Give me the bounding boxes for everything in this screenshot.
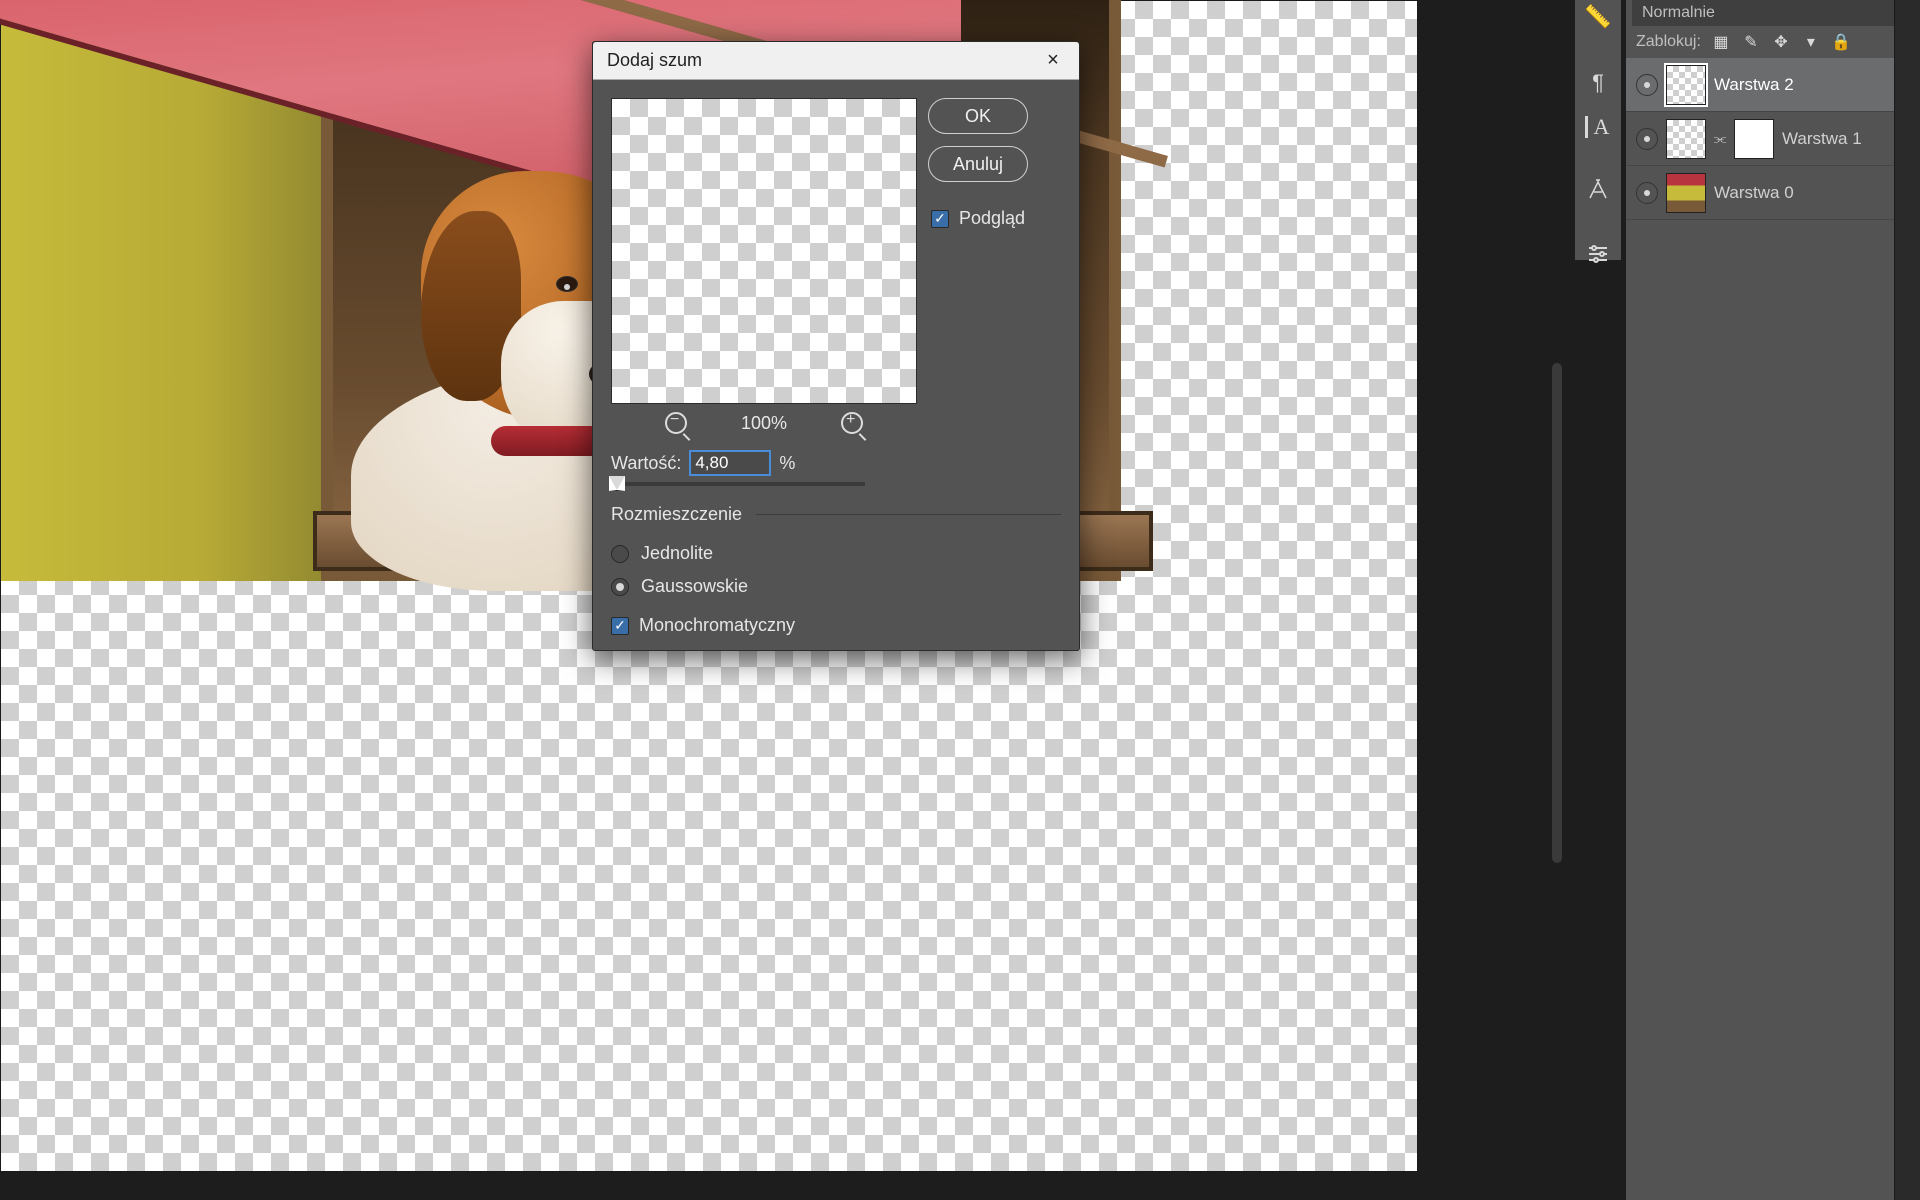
lock-paint-icon[interactable]: ✎ [1741, 32, 1761, 52]
cancel-button[interactable]: Anuluj [928, 146, 1028, 182]
close-icon[interactable]: × [1041, 49, 1065, 73]
distribution-legend: Rozmieszczenie [611, 504, 756, 525]
panel-scrollbar[interactable] [1552, 363, 1562, 863]
link-mask-icon[interactable]: ⫘ [1714, 128, 1726, 150]
add-noise-dialog: Dodaj szum × OK Anuluj ✓ Podgląd 100% Wa… [592, 41, 1080, 651]
app-right-scroll-gutter [1894, 0, 1920, 1200]
preview-checkbox[interactable]: ✓ [931, 210, 949, 228]
visibility-eye-icon[interactable] [1636, 182, 1658, 204]
ok-button[interactable]: OK [928, 98, 1028, 134]
noise-preview[interactable] [611, 98, 917, 404]
monochrome-checkbox-row[interactable]: ✓ Monochromatyczny [611, 615, 1061, 636]
layer-thumbnail[interactable] [1666, 65, 1706, 105]
character-icon[interactable]: A [1585, 116, 1611, 138]
paths-pen-icon[interactable] [1585, 178, 1611, 202]
dialog-titlebar[interactable]: Dodaj szum × [593, 42, 1079, 80]
preview-checkbox-row[interactable]: ✓ Podgląd [931, 208, 1025, 229]
gaussian-radio-row[interactable]: Gaussowskie [611, 570, 1061, 603]
uniform-label: Jednolite [641, 543, 713, 564]
layer-row[interactable]: Warstwa 0 [1626, 166, 1920, 220]
gaussian-radio[interactable] [611, 578, 629, 596]
lock-artboard-icon[interactable]: ▾ [1801, 32, 1821, 52]
paragraph-icon[interactable]: ¶ [1585, 70, 1611, 96]
layer-name[interactable]: Warstwa 0 [1714, 183, 1910, 203]
lock-move-icon[interactable]: ✥ [1771, 32, 1791, 52]
blend-mode-value: Normalnie [1642, 4, 1715, 22]
monochrome-checkbox[interactable]: ✓ [611, 617, 629, 635]
layer-mask-thumbnail[interactable] [1734, 119, 1774, 159]
monochrome-label: Monochromatyczny [639, 615, 795, 636]
layer-name[interactable]: Warstwa 1 [1782, 129, 1910, 149]
zoom-out-icon[interactable] [665, 412, 687, 434]
visibility-eye-icon[interactable] [1636, 74, 1658, 96]
layer-row[interactable]: ⫘ Warstwa 1 [1626, 112, 1920, 166]
zoom-in-icon[interactable] [841, 412, 863, 434]
lock-all-icon[interactable]: 🔒 [1831, 32, 1851, 52]
preview-label: Podgląd [959, 208, 1025, 229]
uniform-radio-row[interactable]: Jednolite [611, 537, 1061, 570]
layer-row[interactable]: Warstwa 2 [1626, 58, 1920, 112]
distribution-group: Rozmieszczenie Jednolite Gaussowskie [611, 504, 1061, 607]
lock-label: Zablokuj: [1636, 33, 1701, 51]
collapsed-panel-column: 📏 ¶ A [1575, 0, 1621, 260]
ruler-icon[interactable]: 📏 [1585, 4, 1611, 30]
layers-panel: Normalnie Zablokuj: ▦ ✎ ✥ ▾ 🔒 Warstwa 2 … [1626, 0, 1920, 1200]
dialog-title-text: Dodaj szum [607, 50, 702, 71]
layer-name[interactable]: Warstwa 2 [1714, 75, 1910, 95]
amount-slider-thumb[interactable] [609, 476, 625, 491]
lock-transparent-icon[interactable]: ▦ [1711, 32, 1731, 52]
uniform-radio[interactable] [611, 545, 629, 563]
gaussian-label: Gaussowskie [641, 576, 748, 597]
layer-thumbnail[interactable] [1666, 173, 1706, 213]
zoom-level: 100% [741, 413, 787, 434]
visibility-eye-icon[interactable] [1636, 128, 1658, 150]
amount-unit: % [779, 453, 795, 474]
blend-mode-dropdown[interactable]: Normalnie [1632, 0, 1914, 26]
adjustments-icon[interactable] [1585, 242, 1611, 266]
layer-thumbnail[interactable] [1666, 119, 1706, 159]
amount-label: Wartość: [611, 453, 681, 474]
amount-slider[interactable] [611, 482, 865, 486]
lock-row: Zablokuj: ▦ ✎ ✥ ▾ 🔒 [1626, 26, 1920, 58]
amount-input[interactable] [689, 450, 771, 476]
